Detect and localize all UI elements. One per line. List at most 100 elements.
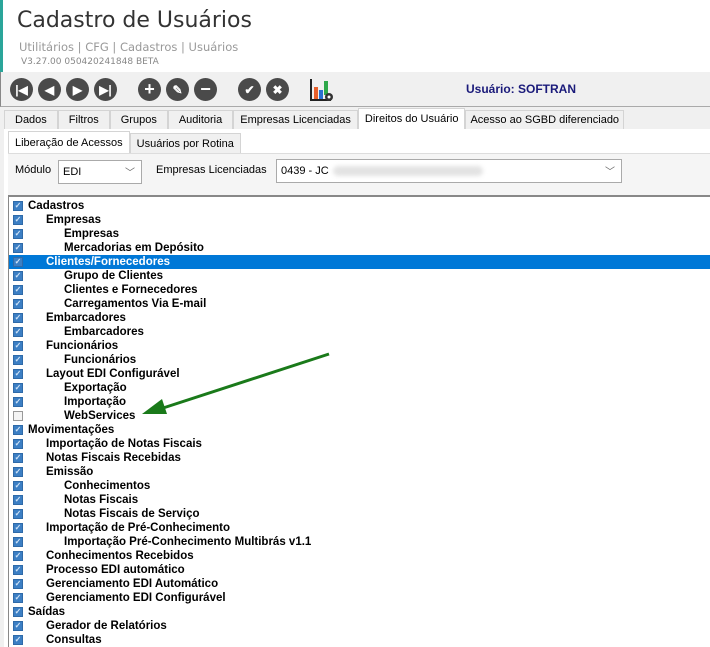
checkbox-checked-icon[interactable]: ✓ (13, 607, 23, 617)
checkbox-checked-icon[interactable]: ✓ (13, 383, 23, 393)
tree-item-label: Funcionários (64, 354, 137, 366)
tree-item[interactable]: ✓ Importação de Notas Fiscais (9, 437, 710, 451)
checkbox-checked-icon[interactable]: ✓ (13, 243, 23, 253)
cancel-icon[interactable]: ✖ (266, 78, 289, 101)
empresas-value: 0439 - JC (281, 165, 329, 177)
modulo-select[interactable]: EDI ﹀ (58, 160, 142, 184)
checkbox-checked-icon[interactable]: ✓ (13, 355, 23, 365)
tree-item[interactable]: ✓ Conhecimentos (9, 479, 710, 493)
checkbox-checked-icon[interactable]: ✓ (13, 313, 23, 323)
tree-item[interactable]: ✓ Layout EDI Configurável (9, 367, 710, 381)
tree-item-label: Layout EDI Configurável (46, 368, 180, 380)
checkbox-checked-icon[interactable]: ✓ (13, 397, 23, 407)
tree-item-label: Funcionários (46, 340, 119, 352)
next-icon[interactable]: ▶ (66, 78, 89, 101)
tab-empresas-licenciadas[interactable]: Empresas Licenciadas (233, 110, 358, 129)
checkbox-checked-icon[interactable]: ✓ (13, 285, 23, 295)
tree-item[interactable]: ✓ Empresas (9, 227, 710, 241)
tree-item[interactable]: ✓ Clientes e Fornecedores (9, 283, 710, 297)
tree-item[interactable]: ✓ Gerenciamento EDI Automático (9, 577, 710, 591)
checkbox-checked-icon[interactable]: ✓ (13, 341, 23, 351)
tree-item[interactable]: ✓ Notas Fiscais (9, 493, 710, 507)
tab-direitos-do-usuario[interactable]: Direitos do Usuário (357, 108, 466, 129)
checkbox-checked-icon[interactable]: ✓ (13, 579, 23, 589)
tree-item[interactable]: ✓ Grupo de Clientes (9, 269, 710, 283)
tree-item-label: Exportação (64, 382, 127, 394)
checkbox-checked-icon[interactable]: ✓ (13, 635, 23, 645)
tree-item[interactable]: ✓ Importação Pré-Conhecimento Multibrás v… (9, 535, 710, 549)
checkbox-checked-icon[interactable]: ✓ (13, 509, 23, 519)
tree-item[interactable]: ✓ Embarcadores (9, 325, 710, 339)
first-icon[interactable]: |◀ (10, 78, 33, 101)
previous-icon[interactable]: ◀ (38, 78, 61, 101)
modulo-label: Módulo (15, 164, 52, 176)
chart-settings-icon[interactable] (309, 77, 335, 103)
tree-item[interactable]: ✓ Importação de Pré-Conhecimento (9, 521, 710, 535)
tree-item[interactable]: ✓ Cadastros (9, 199, 710, 213)
checkbox-checked-icon[interactable]: ✓ (13, 229, 23, 239)
tab-grupos[interactable]: Grupos (109, 110, 168, 129)
checkbox-checked-icon[interactable]: ✓ (13, 621, 23, 631)
checkbox-checked-icon[interactable]: ✓ (13, 593, 23, 603)
checkbox-checked-icon[interactable]: ✓ (13, 551, 23, 561)
checkbox-checked-icon[interactable]: ✓ (13, 425, 23, 435)
tree-item-label: Emissão (46, 466, 94, 478)
checkbox-checked-icon[interactable]: ✓ (13, 271, 23, 281)
tree-item[interactable]: ✓ Mercadorias em Depósito (9, 241, 710, 255)
tree-item[interactable]: ✓ Funcionários (9, 353, 710, 367)
checkbox-checked-icon[interactable]: ✓ (13, 481, 23, 491)
checkbox-checked-icon[interactable]: ✓ (13, 257, 23, 267)
subtab-usuarios-por-rotina[interactable]: Usuários por Rotina (129, 133, 241, 153)
tree-item[interactable]: ✓ Consultas (9, 633, 710, 647)
checkbox-checked-icon[interactable]: ✓ (13, 523, 23, 533)
tree-item[interactable]: ✓ Conhecimentos Recebidos (9, 549, 710, 563)
tree-item-label: Embarcadores (64, 326, 144, 338)
tree-item-label: Saídas (28, 606, 66, 618)
tree-item[interactable]: ✓ Importação (9, 395, 710, 409)
permissions-tree: ✓ Cadastros ✓ Empresas ✓ Empresas ✓ Mercadorias… (8, 195, 710, 647)
tab-dados[interactable]: Dados (4, 110, 58, 129)
checkbox-checked-icon[interactable]: ✓ (13, 215, 23, 225)
tree-item[interactable]: ✓ Processo EDI automático (9, 563, 710, 577)
checkbox-unchecked-icon[interactable] (13, 411, 23, 421)
last-icon[interactable]: ▶| (94, 78, 117, 101)
tree-item[interactable]: ✓ Notas Fiscais de Serviço (9, 507, 710, 521)
checkbox-checked-icon[interactable]: ✓ (13, 565, 23, 575)
tree-item-label: Consultas (46, 634, 102, 646)
page-title: Cadastro de Usuários (17, 8, 252, 33)
tree-item[interactable]: ✓ Exportação (9, 381, 710, 395)
confirm-icon[interactable]: ✔ (238, 78, 261, 101)
checkbox-checked-icon[interactable]: ✓ (13, 201, 23, 211)
add-icon[interactable]: + (138, 78, 161, 101)
checkbox-checked-icon[interactable]: ✓ (13, 453, 23, 463)
tree-item[interactable]: ✓ Gerenciamento EDI Configurável (9, 591, 710, 605)
chevron-down-icon: ﹀ (125, 168, 135, 179)
remove-icon[interactable]: − (194, 78, 217, 101)
tree-item[interactable]: ✓ Funcionários (9, 339, 710, 353)
tree-item[interactable]: ✓ Empresas (9, 213, 710, 227)
checkbox-checked-icon[interactable]: ✓ (13, 467, 23, 477)
edit-icon[interactable]: ✎ (166, 78, 189, 101)
checkbox-checked-icon[interactable]: ✓ (13, 327, 23, 337)
subtab-liberacao-de-acessos[interactable]: Liberação de Acessos (8, 131, 130, 153)
tab-filtros[interactable]: Filtros (57, 110, 110, 129)
empresas-select[interactable]: 0439 - JC ﹀ (276, 159, 622, 183)
tree-item-label: Gerenciamento EDI Automático (46, 578, 219, 590)
tree-item[interactable]: WebServices (9, 409, 710, 423)
checkbox-checked-icon[interactable]: ✓ (13, 495, 23, 505)
checkbox-checked-icon[interactable]: ✓ (13, 299, 23, 309)
tree-item[interactable]: ✓ Saídas (9, 605, 710, 619)
tree-item[interactable]: ✓ Carregamentos Via E-mail (9, 297, 710, 311)
checkbox-checked-icon[interactable]: ✓ (13, 369, 23, 379)
tree-item[interactable]: ✓ Movimentações (9, 423, 710, 437)
tab-auditoria[interactable]: Auditoria (167, 110, 234, 129)
tree-item-label: Grupo de Clientes (64, 270, 164, 282)
tree-item[interactable]: ✓ Notas Fiscais Recebidas (9, 451, 710, 465)
tree-item[interactable]: ✓ Emissão (9, 465, 710, 479)
tree-item[interactable]: ✓ Embarcadores (9, 311, 710, 325)
checkbox-checked-icon[interactable]: ✓ (13, 439, 23, 449)
checkbox-checked-icon[interactable]: ✓ (13, 537, 23, 547)
tree-item[interactable]: ✓ Clientes/Fornecedores (9, 255, 710, 269)
tab-acesso-sgbd[interactable]: Acesso ao SGBD diferenciado (465, 110, 625, 129)
tree-item[interactable]: ✓ Gerador de Relatórios (9, 619, 710, 633)
